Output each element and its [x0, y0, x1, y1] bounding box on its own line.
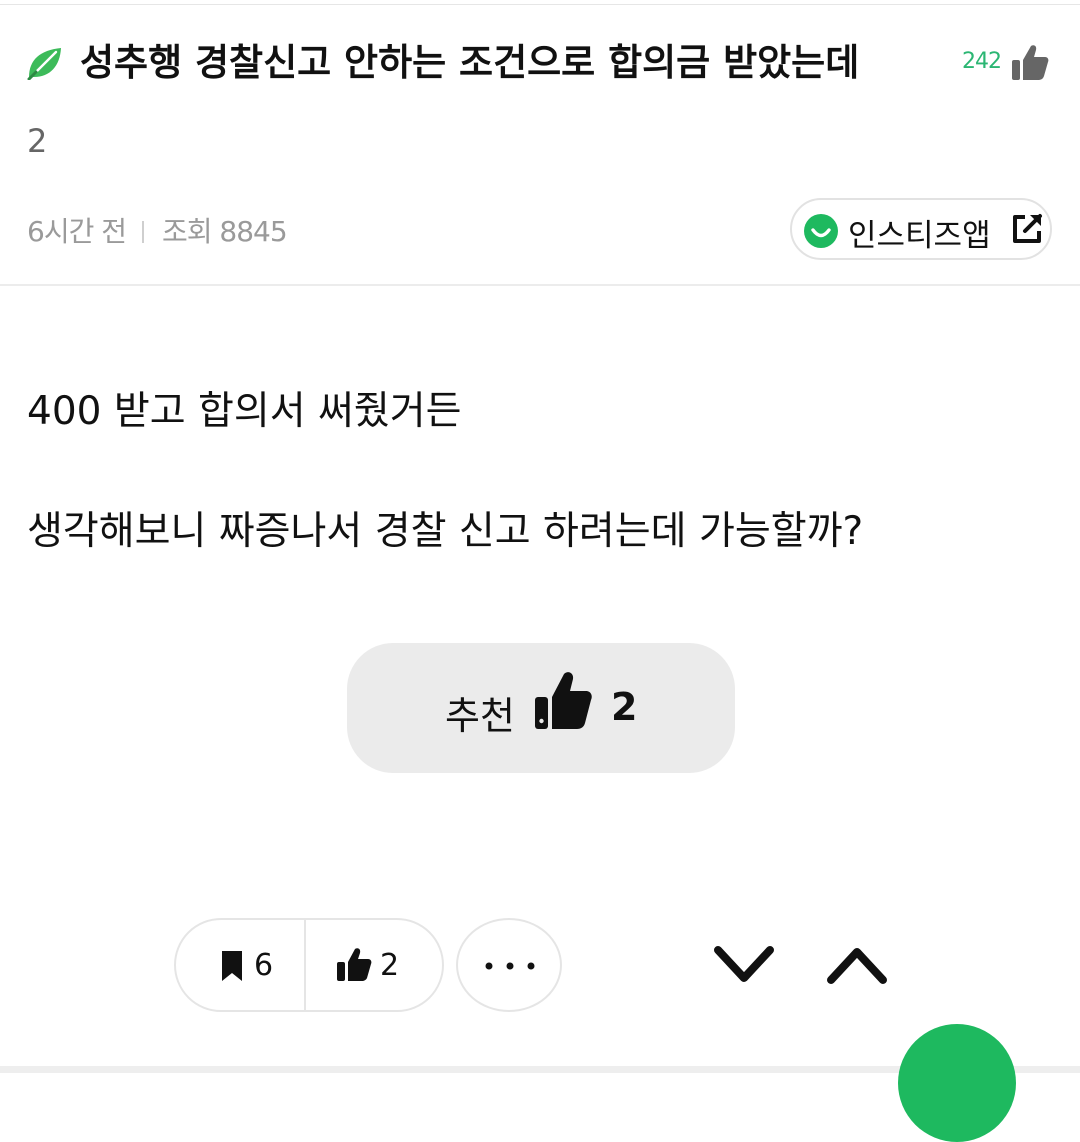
open-app-button[interactable]: 인스티즈앱 — [790, 198, 1052, 260]
chevron-up-icon[interactable] — [825, 942, 889, 988]
recommend-button[interactable]: 추천 2 — [347, 643, 735, 773]
top-divider — [0, 4, 1080, 5]
external-link-icon — [1013, 214, 1042, 243]
chevron-down-icon[interactable] — [712, 942, 776, 988]
post-body-line: 생각해보니 짜증나서 경찰 신고 하려는데 가능할까? — [27, 509, 864, 554]
meta-separator — [142, 221, 144, 243]
title-like-count: 242 — [962, 49, 1002, 74]
more-icon — [485, 962, 535, 970]
post-meta: 6시간 전 조회 8845 — [27, 210, 288, 250]
thumbs-up-icon — [1012, 45, 1049, 80]
more-button[interactable] — [456, 918, 562, 1012]
floating-action-button[interactable] — [898, 1024, 1016, 1142]
recommend-count: 2 — [611, 685, 638, 729]
thumbs-up-icon — [535, 672, 592, 729]
bookmark-icon — [222, 951, 242, 981]
action-pill: 6 2 — [174, 918, 444, 1012]
comment-count[interactable]: 2 — [27, 122, 47, 160]
leaf-icon — [27, 48, 61, 80]
bookmark-count: 6 — [254, 948, 274, 983]
open-app-label: 인스티즈앱 — [848, 218, 991, 254]
post-body-line: 400 받고 합의서 써줬거든 — [27, 389, 462, 434]
post-time: 6시간 전 — [27, 215, 127, 248]
post-title[interactable]: 성추행 경찰신고 안하는 조건으로 합의금 받았는데 — [80, 38, 859, 88]
post-views: 조회 8845 — [162, 215, 288, 248]
thumbs-up-icon — [337, 948, 372, 981]
like-count: 2 — [380, 948, 400, 983]
post-header: 성추행 경찰신고 안하는 조건으로 합의금 받았는데 242 — [26, 38, 1056, 88]
smile-icon — [804, 214, 838, 248]
header-divider — [0, 284, 1080, 286]
recommend-label: 추천 — [445, 694, 515, 738]
pill-divider — [304, 920, 306, 1010]
